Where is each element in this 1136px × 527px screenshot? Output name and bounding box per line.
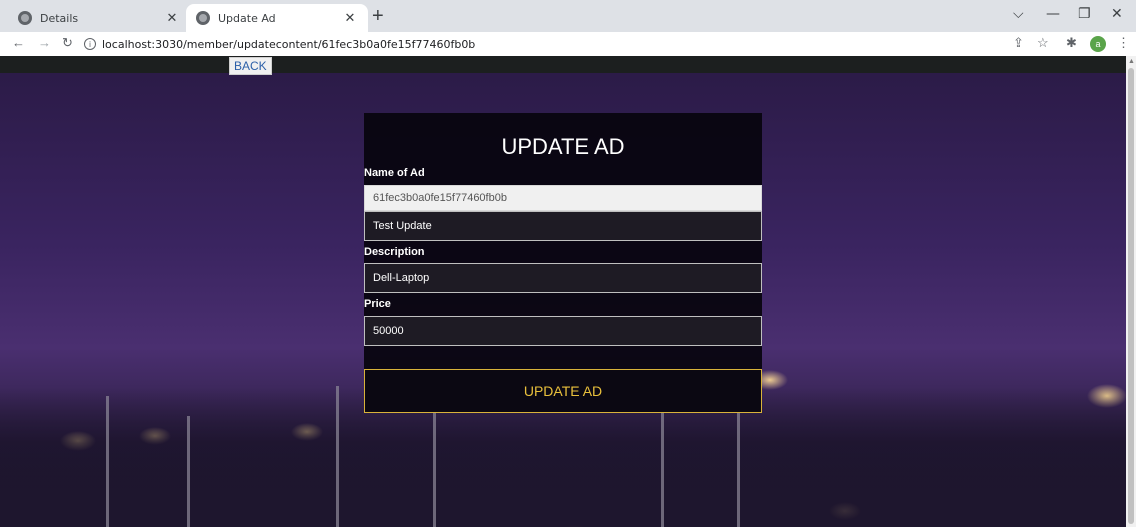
- name-of-ad-label: Name of Ad: [364, 167, 425, 179]
- price-input[interactable]: 50000: [364, 316, 762, 346]
- extensions-icon[interactable]: ✱: [1066, 35, 1077, 51]
- browser-toolbar: ← → ↻ i localhost:3030/member/updatecont…: [0, 32, 1136, 56]
- street-light-pole: [336, 386, 339, 527]
- globe-icon: [196, 11, 210, 25]
- street-light-pole: [661, 406, 664, 527]
- tab-details[interactable]: Details ✕: [8, 4, 190, 32]
- url-text: localhost:3030/member/updatecontent/61fe…: [102, 37, 476, 51]
- menu-dots-icon[interactable]: ⋮: [1117, 35, 1130, 51]
- avatar[interactable]: a: [1090, 36, 1106, 52]
- forward-arrow-icon[interactable]: →: [38, 35, 51, 50]
- ad-id-field: 61fec3b0a0fe15f77460fb0b: [364, 185, 762, 211]
- tab-update-ad[interactable]: Update Ad ✕: [186, 4, 368, 32]
- description-label: Description: [364, 246, 425, 258]
- browser-tab-strip: Details ✕ Update Ad ✕ + ⌵ — ❐ ✕: [0, 0, 1136, 32]
- ad-name-input[interactable]: Test Update: [364, 211, 762, 241]
- back-button[interactable]: BACK: [229, 57, 272, 75]
- globe-icon: [18, 11, 32, 25]
- scroll-up-icon[interactable]: ▲: [1128, 58, 1135, 65]
- page-top-bar: [0, 56, 1126, 73]
- tab-title: Update Ad: [218, 11, 276, 25]
- star-icon[interactable]: ☆: [1037, 35, 1049, 51]
- price-label: Price: [364, 298, 391, 310]
- update-ad-form: UPDATE AD Name of Ad 61fec3b0a0fe15f7746…: [364, 113, 762, 413]
- window-close-icon[interactable]: ✕: [1111, 6, 1123, 22]
- street-light-pole: [433, 406, 436, 527]
- reload-icon[interactable]: ↻: [62, 35, 73, 51]
- new-tab-button[interactable]: +: [372, 6, 384, 26]
- description-input[interactable]: Dell-Laptop: [364, 263, 762, 293]
- street-light-pole: [106, 396, 109, 527]
- scrollbar-thumb[interactable]: [1128, 68, 1134, 524]
- street-light-pole: [187, 416, 190, 527]
- back-arrow-icon[interactable]: ←: [12, 35, 25, 50]
- share-icon[interactable]: ⇪: [1013, 35, 1024, 51]
- page-title: UPDATE AD: [501, 134, 625, 159]
- page-scrollbar[interactable]: ▲: [1126, 56, 1136, 527]
- info-icon[interactable]: i: [84, 38, 96, 50]
- minimize-icon[interactable]: —: [1046, 6, 1060, 22]
- address-bar[interactable]: i localhost:3030/member/updatecontent/61…: [84, 34, 984, 54]
- update-ad-button[interactable]: UPDATE AD: [364, 369, 762, 413]
- page-viewport: BACK UPDATE AD Name of Ad 61fec3b0a0fe15…: [0, 56, 1126, 527]
- maximize-icon[interactable]: ❐: [1078, 6, 1091, 22]
- close-icon[interactable]: ✕: [342, 11, 358, 26]
- close-icon[interactable]: ✕: [164, 11, 180, 26]
- chevron-down-icon[interactable]: ⌵: [1013, 6, 1024, 22]
- tab-title: Details: [40, 11, 79, 25]
